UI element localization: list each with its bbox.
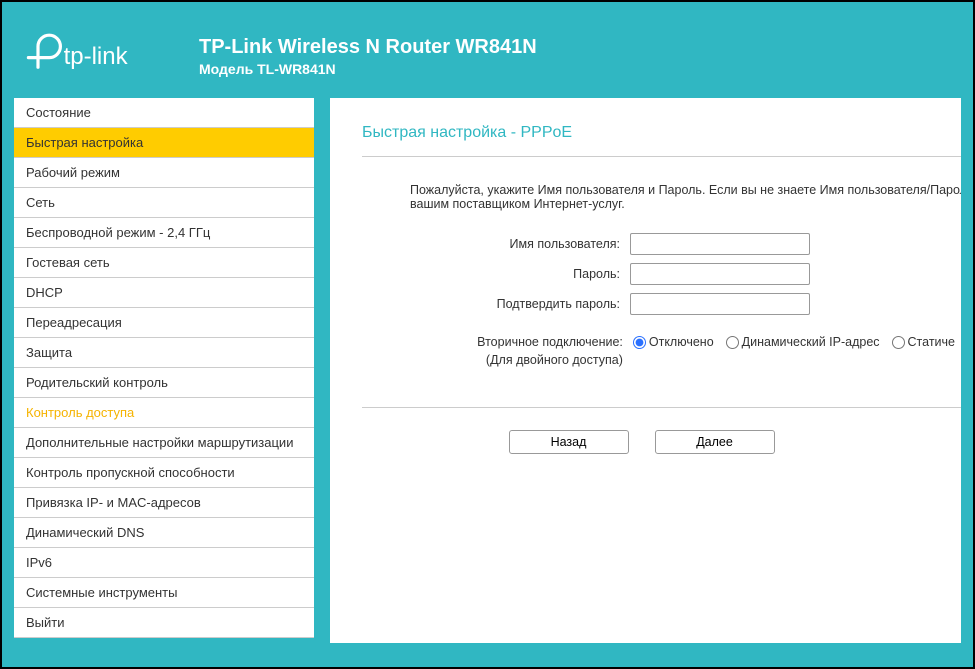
sidebar-item-wireless-24[interactable]: Беспроводной режим - 2,4 ГГц (14, 218, 314, 248)
intro-line2: вашим поставщиком Интернет-услуг. (410, 197, 625, 211)
sidebar-item-operation-mode[interactable]: Рабочий режим (14, 158, 314, 188)
radio-option-static[interactable]: Статиче (892, 335, 955, 349)
username-label: Имя пользователя: (410, 237, 630, 251)
sidebar-item-security[interactable]: Защита (14, 338, 314, 368)
brand-logo: tp-link (22, 32, 187, 80)
radio-static-label: Статиче (908, 335, 955, 349)
sidebar-item-system-tools[interactable]: Системные инструменты (14, 578, 314, 608)
sidebar-item-ddns[interactable]: Динамический DNS (14, 518, 314, 548)
confirm-password-input[interactable] (630, 293, 810, 315)
sidebar-item-network[interactable]: Сеть (14, 188, 314, 218)
radio-static[interactable] (892, 336, 905, 349)
username-input[interactable] (630, 233, 810, 255)
radio-option-disabled[interactable]: Отключено (633, 335, 714, 349)
intro-line1: Пожалуйста, укажите Имя пользователя и П… (410, 183, 961, 197)
confirm-password-label: Подтвердить пароль: (410, 297, 630, 311)
sidebar-item-guest-network[interactable]: Гостевая сеть (14, 248, 314, 278)
sidebar-item-dhcp[interactable]: DHCP (14, 278, 314, 308)
header: tp-link TP-Link Wireless N Router WR841N… (14, 14, 961, 98)
tp-link-logo-icon: tp-link (22, 32, 182, 80)
sidebar: Состояние Быстрая настройка Рабочий режи… (14, 98, 314, 638)
radio-option-dynamic[interactable]: Динамический IP-адрес (726, 335, 880, 349)
svg-text:tp-link: tp-link (64, 43, 129, 70)
sidebar-item-status[interactable]: Состояние (14, 98, 314, 128)
secondary-connection-note: (Для двойного доступа) (410, 353, 623, 367)
content-panel: Быстрая настройка - PPPoE Пожалуйста, ук… (330, 98, 961, 643)
sidebar-item-routing[interactable]: Дополнительные настройки маршрутизации (14, 428, 314, 458)
radio-disabled-label: Отключено (649, 335, 714, 349)
sidebar-item-logout[interactable]: Выйти (14, 608, 314, 638)
radio-dynamic-label: Динамический IP-адрес (742, 335, 880, 349)
sidebar-item-quick-setup[interactable]: Быстрая настройка (14, 128, 314, 158)
sidebar-item-parental[interactable]: Родительский контроль (14, 368, 314, 398)
intro-text: Пожалуйста, укажите Имя пользователя и П… (410, 183, 961, 211)
page-title: TP-Link Wireless N Router WR841N (199, 36, 537, 59)
radio-disabled[interactable] (633, 336, 646, 349)
divider-bottom (362, 407, 961, 408)
sidebar-item-bandwidth[interactable]: Контроль пропускной способности (14, 458, 314, 488)
password-label: Пароль: (410, 267, 630, 281)
sidebar-item-ipv6[interactable]: IPv6 (14, 548, 314, 578)
password-input[interactable] (630, 263, 810, 285)
section-title: Быстрая настройка - PPPoE (362, 124, 961, 156)
next-button[interactable]: Далее (655, 430, 775, 454)
sidebar-item-access-control[interactable]: Контроль доступа (14, 398, 314, 428)
sidebar-item-ip-mac-binding[interactable]: Привязка IP- и MAC-адресов (14, 488, 314, 518)
sidebar-item-forwarding[interactable]: Переадресация (14, 308, 314, 338)
secondary-connection-radios: Отключено Динамический IP-адрес Статиче (633, 335, 961, 349)
pppoe-form: Имя пользователя: Пароль: Подтвердить па… (410, 233, 961, 367)
divider (362, 156, 961, 157)
model-subtitle: Модель TL-WR841N (199, 61, 537, 77)
secondary-connection-label: Вторичное подключение: (410, 335, 623, 349)
radio-dynamic[interactable] (726, 336, 739, 349)
back-button[interactable]: Назад (509, 430, 629, 454)
